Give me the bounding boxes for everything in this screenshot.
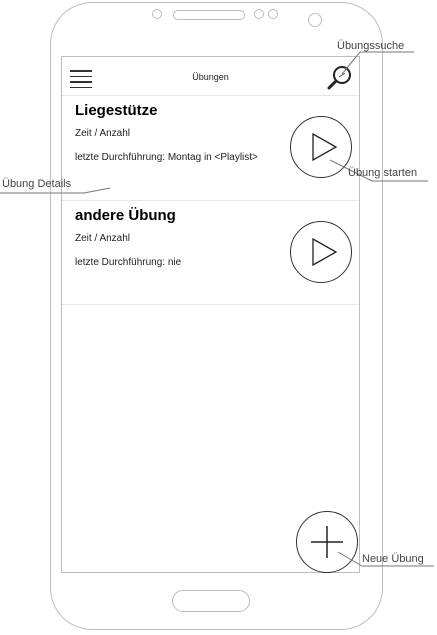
annotation-search: Übungssuche (337, 40, 405, 52)
page-title: Übungen (192, 72, 229, 82)
front-camera (308, 13, 322, 27)
exercise-type: Zeit / Anzahl (75, 233, 131, 244)
app-bar: Übungen (62, 57, 359, 96)
sensor-dot (152, 9, 162, 19)
exercise-card[interactable]: andere Übung Zeit / Anzahl letzte Durchf… (62, 201, 359, 305)
annotation-details: Übung Details (2, 178, 72, 190)
annotation-start: Übung starten (348, 167, 418, 179)
sensor-dot (268, 9, 278, 19)
earpiece-speaker (173, 10, 245, 20)
plus-icon (311, 526, 343, 558)
exercise-type: Zeit / Anzahl (75, 128, 131, 139)
exercise-last-performed: letzte Durchführung: nie (75, 257, 182, 268)
home-button[interactable] (172, 590, 250, 612)
start-exercise-button[interactable] (290, 116, 352, 178)
exercise-name: Liegestütze (75, 102, 158, 119)
sensor-dot (254, 9, 264, 19)
app-screen: Übungen Liegestütze Zeit / Anzahl letzte… (61, 56, 360, 573)
search-icon[interactable] (327, 65, 353, 91)
exercise-last-performed: letzte Durchführung: Montag in <Playlist… (75, 152, 258, 163)
exercise-name: andere Übung (75, 207, 176, 224)
exercise-card[interactable]: Liegestütze Zeit / Anzahl letzte Durchfü… (62, 96, 359, 201)
play-icon (312, 132, 338, 162)
play-icon (312, 237, 338, 267)
add-exercise-button[interactable] (296, 511, 358, 573)
annotation-new: Neue Übung (362, 553, 424, 565)
start-exercise-button[interactable] (290, 221, 352, 283)
